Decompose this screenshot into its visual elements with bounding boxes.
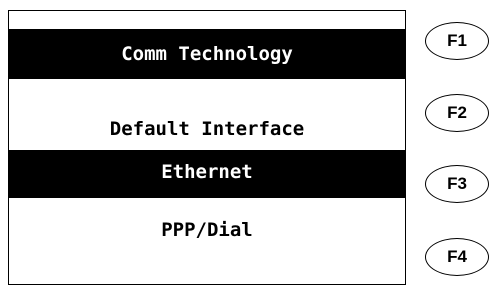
f4-key[interactable]: F4 bbox=[425, 238, 489, 276]
option-ethernet[interactable]: Ethernet bbox=[9, 150, 405, 198]
screen-title: Comm Technology bbox=[9, 29, 405, 79]
f3-key[interactable]: F3 bbox=[425, 165, 489, 203]
option-ppp-dial[interactable]: PPP/Dial bbox=[9, 219, 405, 241]
display-screen: Comm Technology Default Interface Ethern… bbox=[8, 10, 406, 285]
screen-subtitle: Default Interface bbox=[109, 118, 305, 140]
f1-key[interactable]: F1 bbox=[425, 22, 489, 60]
f2-key[interactable]: F2 bbox=[425, 94, 489, 132]
